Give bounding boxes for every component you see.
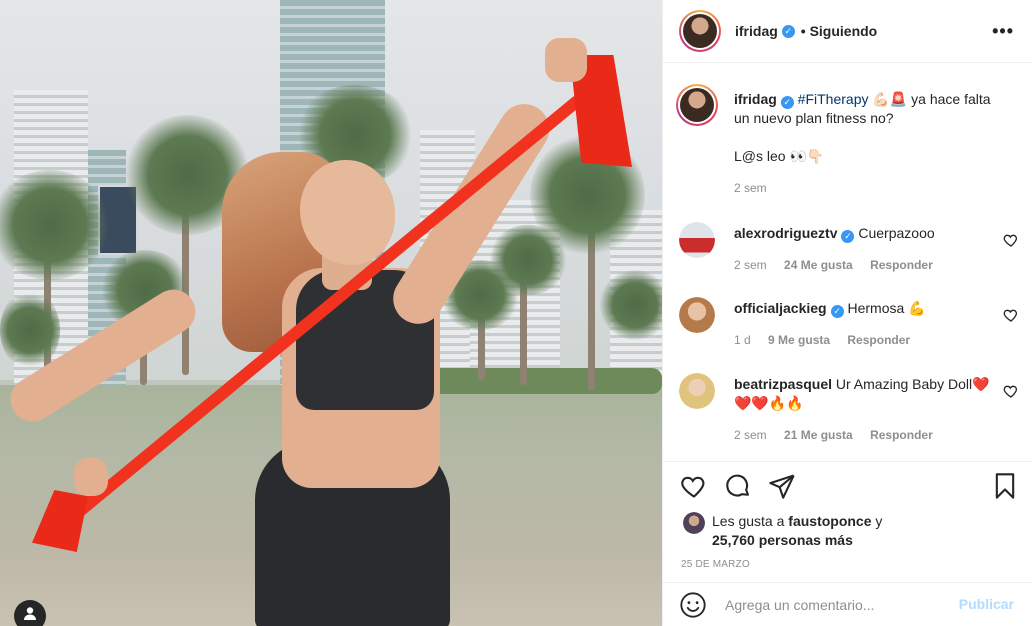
author-avatar-image bbox=[683, 14, 717, 48]
comment-likes[interactable]: 24 Me gusta bbox=[784, 258, 853, 272]
commenter-avatar-image bbox=[679, 297, 715, 333]
likes-prefix: Les gusta a bbox=[712, 513, 789, 529]
verified-badge-icon: ✓ bbox=[780, 96, 794, 109]
caption-avatar-image bbox=[680, 88, 714, 122]
comment-text: Hermosa 💪 bbox=[847, 300, 926, 316]
caption-username[interactable]: ifridag bbox=[734, 91, 777, 107]
user-tag-icon[interactable] bbox=[14, 600, 46, 626]
comment-form: Publicar bbox=[663, 582, 1032, 626]
comment-text-row: alexrodrigueztv ✓ Cuerpazooo bbox=[734, 224, 993, 243]
palm-tree bbox=[600, 270, 662, 340]
comment-likes[interactable]: 21 Me gusta bbox=[784, 428, 853, 442]
bookmark-icon[interactable] bbox=[991, 472, 1019, 500]
comment-meta: 2 sem 24 Me gusta Responder bbox=[734, 256, 993, 275]
action-bar bbox=[679, 472, 1019, 506]
caption-hashtag[interactable]: #FiTherapy bbox=[798, 91, 869, 107]
palm-tree bbox=[0, 290, 60, 370]
commenter-username[interactable]: beatrizpasquel bbox=[734, 376, 832, 392]
reply-button[interactable]: Responder bbox=[870, 258, 933, 272]
reply-button[interactable]: Responder bbox=[847, 333, 910, 347]
author-avatar[interactable] bbox=[679, 10, 721, 52]
commenter-avatar[interactable] bbox=[679, 222, 715, 258]
commenter-avatar[interactable] bbox=[679, 297, 715, 333]
commenter-avatar[interactable] bbox=[679, 373, 715, 409]
comment-item: beatrizpasquel Ur Amazing Baby Doll❤️❤️❤… bbox=[679, 373, 1019, 445]
commenter-avatar-image bbox=[679, 373, 715, 409]
caption-line2: L@s leo 👀👇🏻 bbox=[734, 148, 825, 164]
comment-bubble-icon[interactable] bbox=[724, 472, 752, 500]
follow-status[interactable]: • Siguiendo bbox=[801, 23, 877, 39]
post-date[interactable]: 25 DE MARZO bbox=[681, 559, 750, 570]
smiley-icon[interactable] bbox=[679, 591, 707, 619]
comment-text: Cuerpazooo bbox=[858, 225, 935, 241]
comment-time[interactable]: 1 d bbox=[734, 333, 751, 347]
comment-meta: 1 d 9 Me gusta Responder bbox=[734, 331, 993, 350]
caption-text: ifridag ✓ #FiTherapy 💪🏻🚨 ya hace falta un… bbox=[734, 90, 993, 128]
woman-raised-fist bbox=[545, 38, 587, 82]
caption-time[interactable]: 2 sem bbox=[734, 181, 767, 195]
woman-lowered-fist bbox=[74, 458, 108, 496]
comment-input[interactable] bbox=[725, 596, 945, 613]
comment-likes[interactable]: 9 Me gusta bbox=[768, 333, 830, 347]
hedge bbox=[430, 368, 662, 394]
liker-avatar[interactable] bbox=[683, 512, 705, 534]
likes-summary: Les gusta a faustoponce y 25,760 persona… bbox=[683, 512, 1013, 550]
caption-meta: 2 sem bbox=[734, 179, 993, 198]
commenter-avatar-image bbox=[679, 222, 715, 258]
verified-badge-icon: ✓ bbox=[830, 305, 844, 318]
comment-like-heart-icon[interactable] bbox=[1003, 307, 1019, 323]
commenter-username[interactable]: alexrodrigueztv bbox=[734, 225, 837, 241]
caption: ifridag ✓ #FiTherapy 💪🏻🚨 ya hace falta un… bbox=[676, 84, 1019, 198]
caption-emoji: 💪🏻🚨 bbox=[872, 91, 908, 107]
comment-like-heart-icon[interactable] bbox=[1003, 232, 1019, 248]
woman-face bbox=[300, 160, 395, 265]
post-side-panel: ifridag ✓ • Siguiendo ••• ifridag ✓ #FiTh… bbox=[662, 0, 1032, 626]
comment-like-heart-icon[interactable] bbox=[1003, 383, 1019, 399]
heart-icon[interactable] bbox=[680, 472, 708, 500]
paper-plane-icon[interactable] bbox=[768, 472, 796, 500]
post-photo[interactable] bbox=[0, 0, 662, 626]
likes-line1: Les gusta a faustoponce y bbox=[683, 512, 1013, 531]
caption-avatar[interactable] bbox=[676, 84, 718, 126]
comment-text-row: officialjackieg ✓ Hermosa 💪 bbox=[734, 299, 993, 318]
verified-badge-icon: ✓ bbox=[781, 24, 795, 38]
comment-item: officialjackieg ✓ Hermosa 💪 1 d 9 Me gust… bbox=[679, 297, 1019, 350]
liker-username[interactable]: faustoponce bbox=[788, 513, 871, 529]
likes-suffix: y bbox=[871, 513, 883, 529]
comment-text-row: beatrizpasquel Ur Amazing Baby Doll❤️❤️❤… bbox=[734, 375, 993, 413]
post-header: ifridag ✓ • Siguiendo ••• bbox=[663, 0, 1032, 63]
comment-time[interactable]: 2 sem bbox=[734, 258, 767, 272]
likes-count[interactable]: 25,760 personas más bbox=[683, 531, 1013, 550]
author-username[interactable]: ifridag bbox=[735, 23, 778, 39]
liker-avatar-image bbox=[683, 512, 705, 534]
comment-item: alexrodrigueztv ✓ Cuerpazooo 2 sem 24 Me … bbox=[679, 222, 1019, 275]
commenter-username[interactable]: officialjackieg bbox=[734, 300, 827, 316]
comments-list: ifridag ✓ #FiTherapy 💪🏻🚨 ya hace falta un… bbox=[663, 64, 1032, 462]
reply-button[interactable]: Responder bbox=[870, 428, 933, 442]
verified-badge-icon: ✓ bbox=[841, 230, 855, 243]
comment-meta: 2 sem 21 Me gusta Responder bbox=[734, 426, 993, 445]
comment-time[interactable]: 2 sem bbox=[734, 428, 767, 442]
more-options-icon[interactable]: ••• bbox=[992, 22, 1014, 40]
publish-button[interactable]: Publicar bbox=[959, 596, 1014, 612]
